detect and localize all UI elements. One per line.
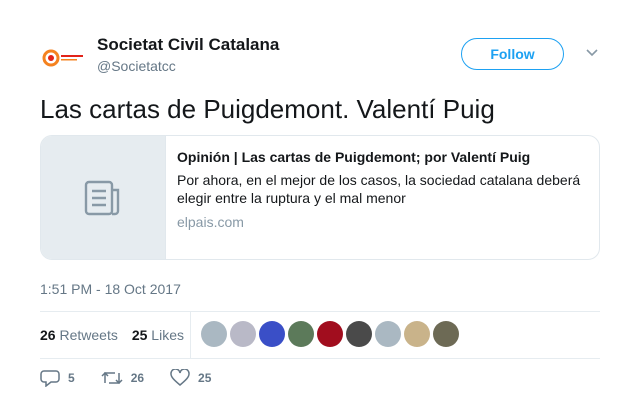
- chevron-down-icon[interactable]: [585, 48, 599, 58]
- like-count: 25: [198, 371, 212, 385]
- document-icon: [84, 180, 120, 215]
- tweet-text: Las cartas de Puigdemont. Valentí Puig: [40, 94, 495, 124]
- liker-avatar[interactable]: [433, 321, 459, 347]
- retweet-count: 26: [130, 371, 145, 385]
- author-handle[interactable]: @Societatcc: [97, 55, 279, 77]
- link-card[interactable]: Opinión | Las cartas de Puigdemont; por …: [40, 135, 600, 260]
- tweet-actions: 5 26 25: [40, 369, 237, 387]
- liker-avatar[interactable]: [404, 321, 430, 347]
- liker-avatar[interactable]: [317, 321, 343, 347]
- follow-button[interactable]: Follow: [461, 38, 564, 70]
- card-domain: elpais.com: [177, 214, 244, 230]
- divider: [40, 358, 600, 359]
- tweet-timestamp[interactable]: 1:51 PM - 18 Oct 2017: [40, 281, 181, 297]
- card-body: Opinión | Las cartas de Puigdemont; por …: [166, 136, 599, 259]
- reply-count: 5: [68, 371, 75, 385]
- liker-avatars: [201, 321, 462, 347]
- reply-button[interactable]: 5: [40, 369, 75, 387]
- card-title: Opinión | Las cartas de Puigdemont; por …: [177, 149, 531, 165]
- liker-avatar[interactable]: [201, 321, 227, 347]
- retweets-label: Retweets: [59, 327, 118, 343]
- liker-avatar[interactable]: [346, 321, 372, 347]
- likes-stat[interactable]: 25 Likes: [132, 327, 184, 343]
- card-description: Por ahora, en el mejor de los casos, la …: [177, 172, 581, 206]
- avatar[interactable]: [40, 34, 88, 82]
- liker-avatar[interactable]: [230, 321, 256, 347]
- societat-civil-logo: [42, 49, 83, 67]
- liker-avatar[interactable]: [375, 321, 401, 347]
- author-block: Societat Civil Catalana @Societatcc: [97, 35, 279, 77]
- retweets-count: 26: [40, 327, 56, 343]
- tweet-stats: 26 Retweets 25 Likes: [40, 312, 198, 358]
- likes-label: Likes: [151, 327, 184, 343]
- retweet-icon: [101, 371, 123, 385]
- retweet-button[interactable]: 26: [101, 369, 144, 387]
- author-name[interactable]: Societat Civil Catalana: [97, 35, 279, 55]
- heart-icon: [170, 369, 190, 386]
- card-thumbnail: [41, 136, 166, 259]
- likes-count: 25: [131, 327, 148, 343]
- liker-avatar[interactable]: [259, 321, 285, 347]
- stats-divider: [190, 312, 191, 358]
- liker-avatar[interactable]: [288, 321, 314, 347]
- like-button[interactable]: 25: [170, 369, 211, 387]
- reply-icon: [40, 370, 60, 387]
- retweets-stat[interactable]: 26 Retweets: [40, 327, 118, 343]
